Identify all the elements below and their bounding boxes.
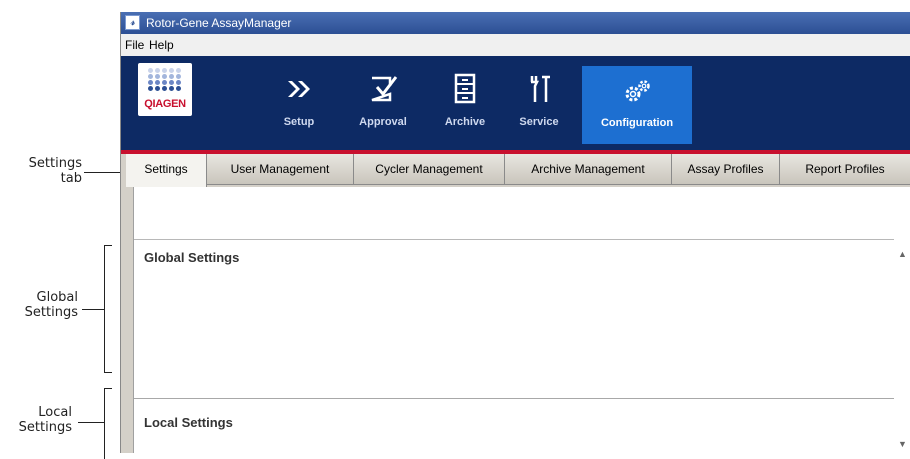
logo-dot (148, 68, 153, 73)
callout-line-2: Settings (18, 420, 72, 435)
tab-cycler-management[interactable]: Cycler Management (354, 154, 505, 185)
callout-bracket-global (104, 245, 112, 373)
callout-local-settings: Local Settings (8, 405, 72, 435)
menu-help[interactable]: Help (149, 38, 174, 52)
callout-line-1: Settings (28, 156, 82, 171)
logo-dot (162, 86, 167, 91)
nav-label: Service (519, 116, 559, 128)
nav-setup[interactable]: Setup (267, 56, 331, 140)
title-bar: 𝓇 Rotor-Gene AssayManager (121, 12, 910, 34)
logo-dot (148, 80, 153, 85)
app-window: 𝓇 Rotor-Gene AssayManager File Help QIAG… (120, 12, 910, 453)
local-settings-title: Local Settings (144, 415, 233, 430)
app-icon: 𝓇 (125, 15, 140, 30)
gears-icon (582, 74, 692, 108)
tab-user-management[interactable]: User Management (207, 154, 354, 185)
logo-dot (162, 80, 167, 85)
scroll-up-icon[interactable]: ▲ (898, 249, 907, 259)
callout-settings-tab: Settings tab (18, 156, 82, 186)
tab-archive-management[interactable]: Archive Management (505, 154, 672, 185)
callout-line-1: Local (38, 405, 72, 420)
settings-toolbar-area (134, 187, 910, 240)
tab-settings[interactable]: Settings (126, 154, 207, 187)
logo-dots (148, 68, 184, 94)
logo-dot (176, 80, 181, 85)
logo-dot (162, 74, 167, 79)
chevrons-right-icon (267, 72, 331, 106)
section-divider (134, 398, 896, 399)
nav-label: Approval (359, 116, 407, 128)
tab-report-profiles[interactable]: Report Profiles (780, 154, 910, 185)
logo-word: QIAGEN (144, 98, 186, 110)
vertical-scrollbar[interactable]: ▲ ▼ (894, 239, 910, 453)
nav-label: Archive (444, 116, 486, 128)
callout-line-1: Global (36, 290, 78, 305)
settings-panel: Global Settings Local Settings ▲ ▼ (133, 187, 910, 453)
menu-file[interactable]: File (125, 38, 144, 52)
logo-dot (148, 74, 153, 79)
logo-dot (155, 68, 160, 73)
nav-archive[interactable]: Archive (435, 56, 495, 140)
logo-dot (176, 68, 181, 73)
callout-line-2: Settings (24, 305, 78, 320)
tab-assay-profiles[interactable]: Assay Profiles (672, 154, 780, 185)
logo-dot (176, 86, 181, 91)
logo-dot (155, 80, 160, 85)
logo-dot (176, 74, 181, 79)
logo-dot (155, 74, 160, 79)
logo-dot (169, 74, 174, 79)
nav-service[interactable]: Service (509, 56, 569, 140)
callout-pointer-local (78, 422, 104, 423)
logo-dot (155, 86, 160, 91)
window-title: Rotor-Gene AssayManager (146, 16, 292, 30)
menu-bar: File Help (121, 34, 910, 56)
scroll-down-icon[interactable]: ▼ (898, 439, 907, 449)
callout-pointer-global (82, 309, 104, 310)
nav-label: Setup (283, 116, 315, 128)
callout-line-2: tab (60, 171, 82, 186)
configuration-tabs: Settings User Management Cycler Manageme… (121, 154, 910, 187)
logo-dot (162, 68, 167, 73)
archive-cabinet-icon (435, 72, 495, 106)
callout-bracket-local (104, 388, 112, 459)
callout-global-settings: Global Settings (8, 290, 78, 320)
logo-dot (148, 86, 153, 91)
logo-dot (169, 86, 174, 91)
global-settings-title: Global Settings (144, 250, 240, 265)
logo-dot (169, 80, 174, 85)
qiagen-logo: QIAGEN (138, 63, 192, 116)
tools-icon (509, 72, 569, 106)
main-toolbar: QIAGEN Setup Approval Archive Service Co… (121, 56, 910, 150)
nav-label: Configuration (600, 117, 674, 129)
nav-configuration[interactable]: Configuration (582, 66, 692, 144)
nav-approval[interactable]: Approval (351, 56, 415, 140)
checkbox-approval-icon (351, 72, 415, 106)
logo-dot (169, 68, 174, 73)
